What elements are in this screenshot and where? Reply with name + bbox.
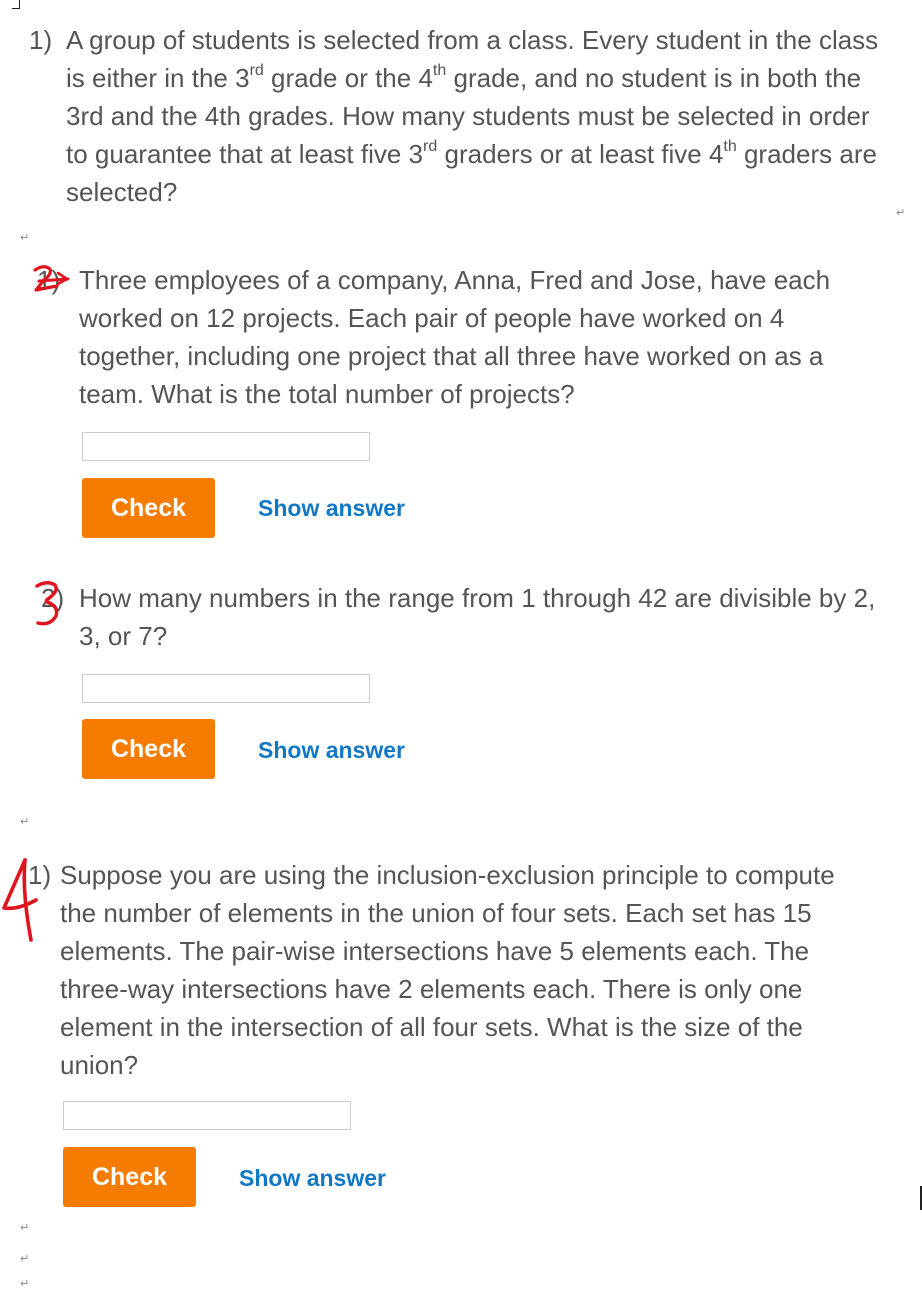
handwritten-number-2	[33, 265, 70, 292]
paragraph-mark: ↵	[20, 1278, 30, 1290]
question-2-show-answer-link[interactable]: Show answer	[258, 493, 405, 523]
question-4-show-answer-link[interactable]: Show answer	[239, 1163, 386, 1193]
question-4-text: Suppose you are using the inclusion-excl…	[60, 860, 835, 1080]
question-3-show-answer-link[interactable]: Show answer	[258, 735, 405, 765]
paragraph-mark: ↵	[20, 816, 30, 828]
question-2-check-button[interactable]: Check	[82, 478, 215, 538]
handwritten-number-4	[2, 858, 38, 942]
question-4-check-button[interactable]: Check	[63, 1147, 196, 1207]
question-3-check-button[interactable]: Check	[82, 719, 215, 779]
paragraph-mark: ↵	[20, 1222, 30, 1234]
question-1-text: A group of students is selected from a c…	[66, 25, 879, 207]
question-3-answer-input[interactable]	[82, 674, 370, 703]
question-1-number: 1)	[29, 25, 53, 55]
paragraph-mark: ↵	[20, 1253, 30, 1265]
paragraph-mark: ↵	[896, 207, 906, 219]
question-2-text: Three employees of a company, Anna, Fred…	[79, 265, 831, 409]
top-left-corner-tick	[12, 8, 20, 9]
question-4-answer-input[interactable]	[63, 1101, 351, 1130]
question-2-answer-input[interactable]	[82, 432, 370, 461]
question-3-text: How many numbers in the range from 1 thr…	[79, 583, 876, 651]
paragraph-mark: ↵	[20, 232, 30, 244]
handwritten-number-3	[35, 581, 59, 626]
